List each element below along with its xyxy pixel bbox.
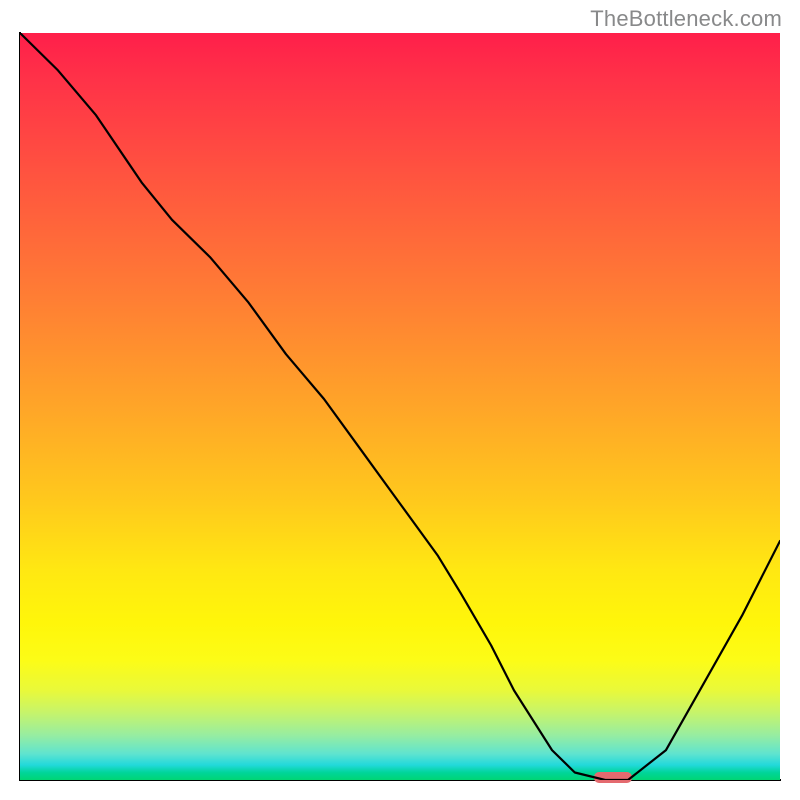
chart-container: TheBottleneck.com [0, 0, 800, 800]
curve-line [20, 33, 780, 780]
watermark-text: TheBottleneck.com [590, 6, 782, 32]
plot-area [20, 33, 780, 780]
